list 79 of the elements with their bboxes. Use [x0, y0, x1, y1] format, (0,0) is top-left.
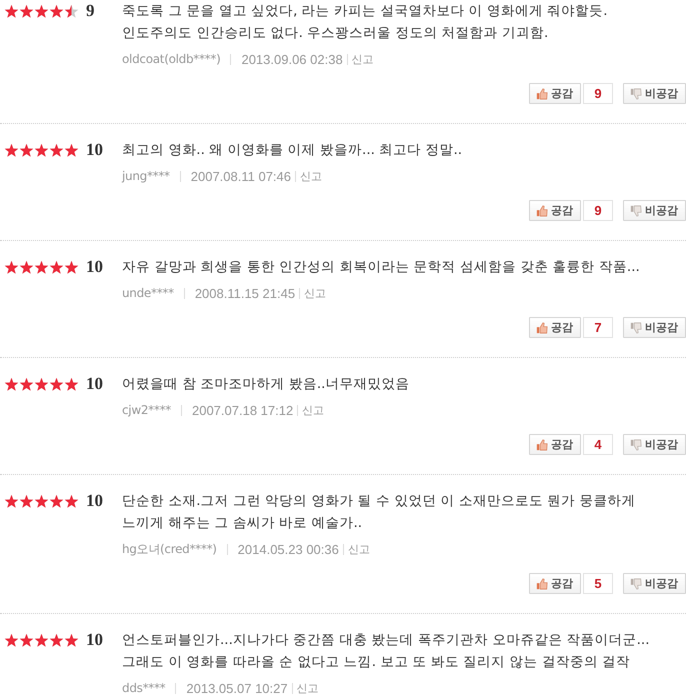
- review-text: 어렸을때 참 조마조마하게 봤음..너무재밌었음: [122, 375, 410, 394]
- username: jung****: [122, 169, 170, 183]
- review-date: 2013.05.07 10:27: [186, 680, 288, 695]
- score: 10: [86, 630, 103, 650]
- star-icon: [19, 494, 34, 508]
- star-icon: [34, 4, 49, 18]
- star-icon: [64, 494, 79, 508]
- like-count: 4: [583, 434, 613, 455]
- review-date: 2007.07.18 17:12: [192, 402, 294, 418]
- review-date: 2013.09.06 02:38: [241, 52, 343, 66]
- star-icon: [64, 632, 79, 648]
- dislike-button[interactable]: 비공감: [623, 200, 686, 221]
- star-icon: [4, 142, 19, 158]
- like-button[interactable]: 공감: [529, 200, 581, 221]
- review-text: 최고의 영화.. 왜 이영화를 이제 봤을까... 최고다 정말..: [122, 141, 464, 160]
- star-icon: [4, 260, 19, 274]
- thumbs-down-icon: [630, 204, 642, 216]
- review-text: 언스토퍼블인가...지나가다 중간쯤 대충 봤는데 폭주기관차 오마쥬같은 작품이더군... 그래도 이 영화를 따라올 순 없다고 느낌. 보고 또 봐도 질리지 않는 걸작중의 걸작: [122, 631, 650, 672]
- star-icon: [49, 260, 64, 274]
- like-count: 5: [583, 573, 613, 594]
- star-icon: [19, 632, 34, 648]
- thumbs-up-icon: [536, 322, 548, 334]
- thumbs-down-icon: [630, 578, 642, 590]
- star-icon: [64, 260, 79, 274]
- thumbs-down-icon: [630, 88, 642, 100]
- username: unde****: [122, 286, 174, 300]
- review-text: 죽도록 그 문을 열고 싶었다, 라는 카피는 설국열차보다 이 영화에게 줘야할듯. 인도주의도 인간승리도 없다. 우스꽝스러울 정도의 처절함과 기괴함.: [122, 2, 608, 43]
- star-icon: [34, 376, 49, 392]
- star-icon: [64, 4, 79, 18]
- star-icon: [4, 632, 19, 648]
- thumbs-up-icon: [536, 578, 548, 590]
- like-count: 7: [583, 317, 613, 338]
- review-date: 2007.08.11 07:46: [190, 168, 292, 184]
- score: 10: [86, 140, 103, 160]
- score: 10: [86, 374, 103, 394]
- like-button[interactable]: 공감: [529, 573, 581, 594]
- thumbs-up-icon: [536, 438, 548, 450]
- like-button[interactable]: 공감: [529, 434, 581, 455]
- star-icon: [19, 376, 34, 392]
- review-date: 2014.05.23 00:36: [238, 542, 339, 556]
- score: 10: [86, 491, 103, 511]
- star-icon: [34, 142, 49, 158]
- thumbs-down-icon: [630, 322, 642, 334]
- star-icon: [49, 632, 64, 648]
- review-text: 자유 갈망과 희생을 통한 인간성의 회복이라는 문학적 섬세함을 갖춘 훌륭한 작품...: [122, 258, 641, 277]
- dislike-button[interactable]: 비공감: [623, 83, 686, 104]
- star-icon: [34, 632, 49, 648]
- thumbs-down-icon: [630, 438, 642, 450]
- star-icon: [4, 376, 19, 392]
- username: dds****: [122, 681, 166, 695]
- star-icon: [19, 142, 34, 158]
- star-icon: [19, 260, 34, 274]
- star-icon: [49, 142, 64, 158]
- review-text: 단순한 소재.그저 그런 악당의 영화가 될 수 있었던 이 소재만으로도 뭔가 뭉클하게 느끼게 해주는 그 솜씨가 바로 예술가..: [122, 492, 636, 533]
- like-button[interactable]: 공감: [529, 317, 581, 338]
- thumbs-up-icon: [536, 88, 548, 100]
- score: 9: [86, 1, 94, 21]
- star-icon: [34, 260, 49, 274]
- star-icon: [4, 494, 19, 508]
- username: hg오녀(cred****): [122, 540, 217, 558]
- dislike-button[interactable]: 비공감: [623, 573, 686, 594]
- star-icon: [64, 376, 79, 392]
- score: 10: [86, 257, 103, 277]
- star-icon: [34, 494, 49, 508]
- username: oldcoat(oldb****): [122, 52, 220, 66]
- like-count: 9: [583, 83, 613, 104]
- star-icon: [19, 4, 34, 18]
- like-count: 9: [583, 200, 613, 221]
- star-icon: [64, 142, 79, 158]
- thumbs-up-icon: [536, 204, 548, 216]
- dislike-button[interactable]: 비공감: [623, 434, 686, 455]
- dislike-button[interactable]: 비공감: [623, 317, 686, 338]
- review-date: 2008.11.15 21:45: [194, 286, 296, 300]
- star-icon: [4, 4, 19, 18]
- star-icon: [49, 4, 64, 18]
- username: cjw2****: [122, 403, 171, 417]
- like-button[interactable]: 공감: [529, 83, 581, 104]
- star-icon: [49, 494, 64, 508]
- star-icon: [49, 376, 64, 392]
